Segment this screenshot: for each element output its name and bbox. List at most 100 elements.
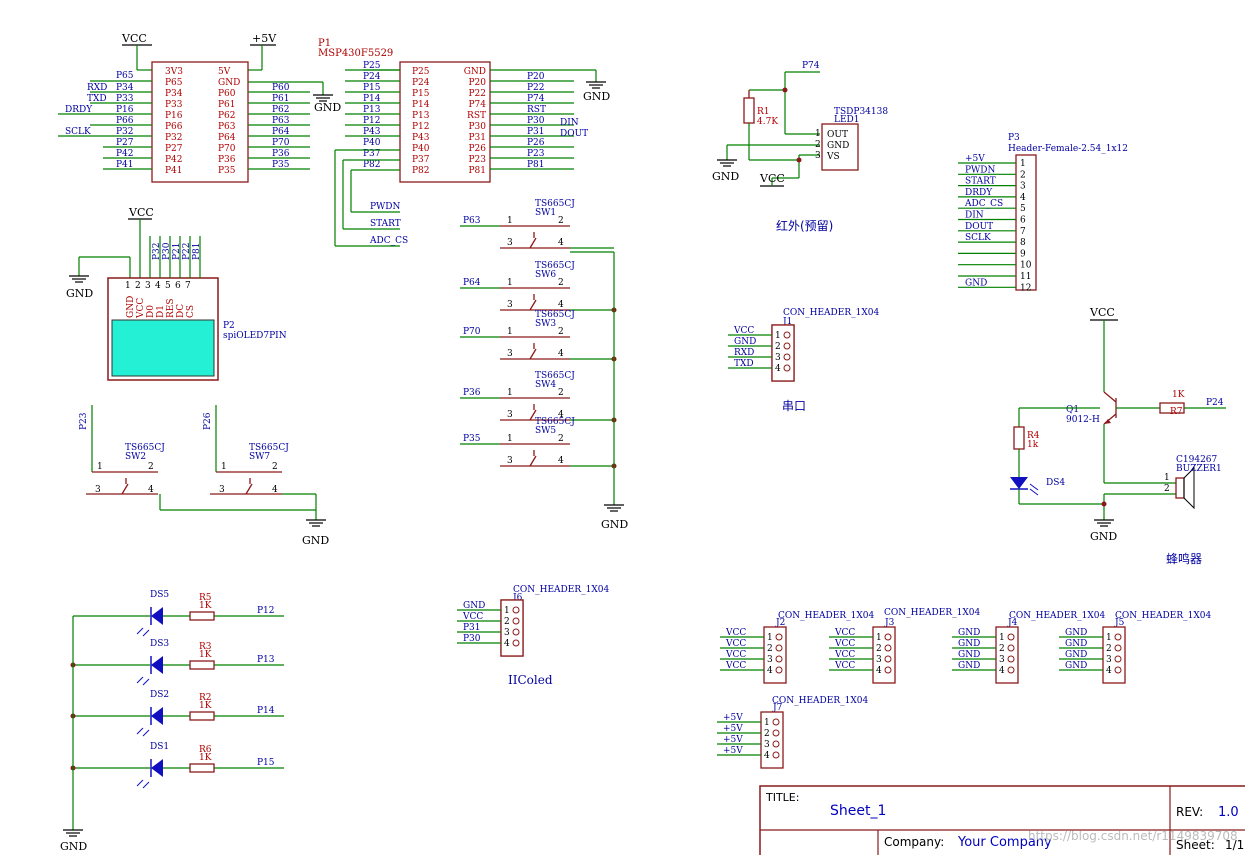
mcu-pin-label: P13 — [412, 111, 430, 121]
header-pin-num: 4 — [764, 751, 770, 761]
oled-pin-num: 1 — [125, 281, 131, 291]
switch-pin: 1 — [507, 327, 513, 337]
mcu-pin-label: P31 — [468, 133, 486, 143]
header-net: GND — [1065, 661, 1087, 671]
net-label: P27 — [116, 138, 134, 148]
net-label: P23 — [527, 149, 545, 159]
oled-pin-name: RES — [166, 298, 176, 318]
switch-net: P63 — [463, 216, 481, 226]
mcu-pin-label: P43 — [412, 133, 430, 143]
header-part: CON_HEADER_1X04 — [772, 696, 868, 706]
net-label: P43 — [363, 127, 381, 137]
oled-net: P22 — [182, 242, 192, 260]
switch-pin: 3 — [507, 238, 513, 248]
header-net: GND — [1065, 628, 1087, 638]
din-net: DIN — [560, 118, 579, 128]
p3-pin-num: 9 — [1020, 249, 1026, 259]
p3-net: DRDY — [965, 188, 993, 198]
switch-pin: 2 — [558, 434, 564, 444]
ir-caption: 红外(预留) — [776, 218, 833, 233]
oled-pin-name: GND — [126, 296, 136, 318]
rev-label: REV: — [1176, 805, 1203, 819]
oled-pin-name: D1 — [156, 305, 166, 318]
net-label: P63 — [272, 116, 290, 126]
gnd-label: GND — [1090, 530, 1117, 543]
net-label: P13 — [363, 105, 381, 115]
switch-ref: SW5 — [535, 426, 556, 436]
oled-pin-num: 3 — [145, 281, 151, 291]
p3-net: ADC_CS — [964, 199, 1003, 209]
net-label: P16 — [116, 105, 134, 115]
header-pin-num: 3 — [999, 655, 1005, 665]
header-net: VCC — [725, 639, 746, 649]
header-net: VCC — [725, 650, 746, 660]
company-label: Company: — [884, 835, 944, 849]
mcu-pin-label: P15 — [412, 89, 430, 99]
led-resistor-value: 1K — [199, 753, 212, 763]
j6-part: CON_HEADER_1X04 — [513, 585, 609, 595]
switch-net: P26 — [203, 412, 213, 430]
switch-pin: 3 — [507, 456, 513, 466]
oled-pin-num: 2 — [135, 281, 141, 291]
header-pin-num: 4 — [775, 364, 781, 374]
header-pin-num: 4 — [876, 666, 882, 676]
mcu-pin-label: P61 — [218, 100, 236, 110]
switch-pin: 2 — [558, 327, 564, 337]
mcu-pin-label: 5V — [218, 67, 231, 77]
switch-pin: 1 — [507, 278, 513, 288]
switch-pin: 1 — [97, 462, 103, 472]
switch-pin: 4 — [558, 238, 564, 248]
oled-net: P32 — [152, 242, 162, 260]
ir-pin-num: 2 — [815, 140, 821, 150]
buzzer-net: P24 — [1206, 398, 1224, 408]
led-resistor-value: 1K — [199, 601, 212, 611]
header-pin-num: 1 — [764, 718, 770, 728]
header-pin-num: 4 — [999, 666, 1005, 676]
oled-net: P81 — [192, 242, 202, 260]
adc-cs-net: ADC_CS — [369, 236, 408, 246]
mcu-pin-label: P42 — [165, 155, 183, 165]
buzzer-circuit: VCC 1K R7 P24 Q1 9012-H R4 1k DS4 GND 1 … — [1010, 306, 1226, 566]
oled-pin-name: DC — [176, 304, 186, 318]
p3-pin-num: 10 — [1020, 261, 1032, 271]
header-p3: P3 Header-Female-2.54_1x12 1 +5V 2 PWDN 3 STA… — [958, 133, 1128, 293]
net-label: P40 — [363, 138, 381, 148]
header-j6: CON_HEADER_1X04 J6 GND 1VCC 2P31 3P30 4 IICo… — [457, 585, 609, 687]
ir-pin-name: GND — [827, 141, 849, 151]
schematic-svg: VCC +5V GND 3V3P65P34P33P16P66P32P27P42P… — [58, 32, 1245, 855]
oled-pin-name: CS — [186, 305, 196, 318]
start-net: START — [370, 219, 401, 229]
net-label: P30 — [527, 116, 545, 126]
title-block: TITLE: Sheet_1 REV: 1.0 Company: Your Co… — [759, 785, 1245, 855]
net-label: P65 — [116, 71, 134, 81]
p3-pin-num: 1 — [1020, 159, 1026, 169]
header-net: GND — [734, 337, 756, 347]
mcu-pin-label: P34 — [165, 89, 183, 99]
oled-pin-num: 6 — [175, 281, 181, 291]
net-label: P61 — [272, 94, 290, 104]
schematic-canvas: { "power": {"vcc":"VCC","p5v":"+5V","gnd… — [0, 0, 1245, 855]
mcu-pin-label: GND — [218, 78, 240, 88]
mcu-pin-label: P24 — [412, 78, 430, 88]
switch-pin: 3 — [219, 485, 225, 495]
mcu-pin-label: P60 — [218, 89, 236, 99]
net-label: TXD — [87, 94, 107, 104]
header-net: P31 — [463, 623, 481, 633]
header-part: CON_HEADER_1X04 — [884, 608, 980, 618]
header-net: VCC — [462, 612, 483, 622]
mcu-pin-label: P35 — [218, 166, 236, 176]
oled-ref: P2 — [223, 321, 235, 331]
net-label: P35 — [272, 160, 290, 170]
p3-ref: P3 — [1008, 133, 1020, 143]
rev-value: 1.0 — [1218, 805, 1239, 820]
buzzer-pin1: 1 — [1164, 473, 1170, 483]
mcu-pin-label: RST — [467, 111, 486, 121]
net-label: P70 — [272, 138, 290, 148]
ir-pin-name: VS — [826, 152, 840, 162]
header-pin-num: 2 — [764, 729, 770, 739]
net-label: P26 — [527, 138, 545, 148]
net-label: P15 — [363, 83, 381, 93]
led-net: P12 — [257, 606, 275, 616]
header-net: +5V — [723, 724, 743, 734]
oled-pin-name: D0 — [146, 305, 156, 318]
